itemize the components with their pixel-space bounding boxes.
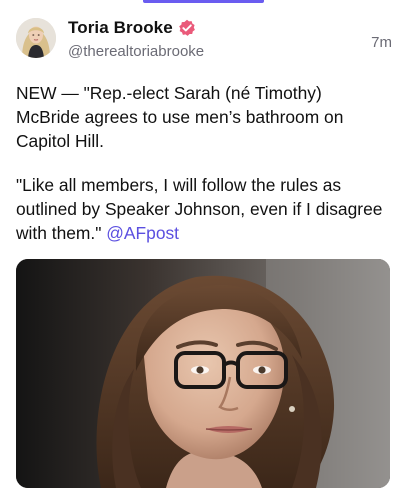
- post-image[interactable]: [16, 259, 390, 488]
- author-handle[interactable]: @therealtoriabrooke: [68, 43, 204, 60]
- verified-badge-icon: [178, 19, 196, 37]
- author-names: Toria Brooke @therealtoriabrooke: [68, 16, 204, 60]
- mention-link[interactable]: @AFpost: [106, 223, 179, 243]
- post-header: Toria Brooke @therealtoriabrooke 7m: [16, 16, 392, 64]
- avatar-photo-icon: [16, 18, 56, 58]
- post-timestamp: 7m: [371, 34, 392, 51]
- active-tab-indicator: [143, 0, 264, 3]
- post-paragraph-1: NEW — "Rep.-elect Sarah (né Timothy) McB…: [16, 83, 344, 151]
- post-card: Toria Brooke @therealtoriabrooke 7m NEW …: [0, 0, 406, 500]
- avatar[interactable]: [16, 18, 56, 58]
- author-display-name[interactable]: Toria Brooke: [68, 18, 173, 38]
- post-paragraph-2: "Like all members, I will follow the rul…: [16, 173, 388, 245]
- post-paragraph-2-text: "Like all members, I will follow the rul…: [16, 175, 383, 243]
- portrait-photo: [16, 259, 390, 488]
- post-body: NEW — "Rep.-elect Sarah (né Timothy) McB…: [16, 81, 388, 245]
